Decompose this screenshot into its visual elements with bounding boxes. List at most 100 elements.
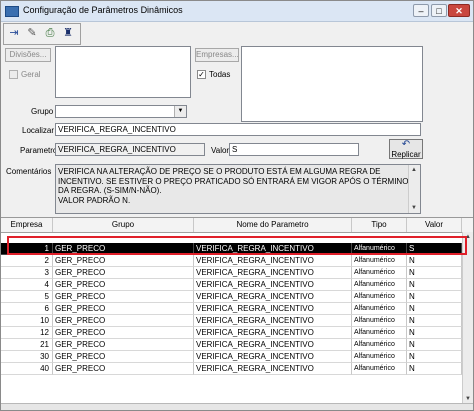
comentarios-memo[interactable]: VERIFICA NA ALTERAÇÃO DE PREÇO SE O PROD… [55, 164, 421, 214]
selected-row-highlight [7, 236, 467, 255]
cell-empresa: 12 [1, 327, 53, 339]
cell-empresa: 30 [1, 351, 53, 363]
table-row[interactable]: 2 GER_PRECO VERIFICA_REGRA_INCENTIVO Alfanu… [1, 255, 462, 267]
cell-tipo: Alfanumérico [352, 363, 407, 375]
cell-tipo: Alfanumérico [352, 267, 407, 279]
cell-tipo: Alfanumérico [352, 339, 407, 351]
table-row[interactable]: 30 GER_PRECO VERIFICA_REGRA_INCENTIVO Alfan… [1, 351, 462, 363]
cell-valor: N [407, 363, 462, 375]
comentarios-text: VERIFICA NA ALTERAÇÃO DE PREÇO SE O PROD… [58, 167, 409, 205]
col-nome-parametro[interactable]: Nome do Parametro [194, 218, 352, 232]
memo-scrollbar[interactable]: ▲ ▼ [408, 165, 420, 213]
table-row[interactable]: 10 GER_PRECO VERIFICA_REGRA_INCENTIVO Alfan… [1, 315, 462, 327]
cell-nome-parametro: VERIFICA_REGRA_INCENTIVO [194, 267, 352, 279]
geral-checkbox[interactable] [9, 70, 18, 79]
table-scrollbar[interactable]: ▲ ▼ [462, 232, 473, 404]
table-row[interactable]: 6 GER_PRECO VERIFICA_REGRA_INCENTIVO Alfanu… [1, 303, 462, 315]
col-tipo[interactable]: Tipo [352, 218, 407, 232]
cell-valor: N [407, 291, 462, 303]
cell-empresa: 10 [1, 315, 53, 327]
grupo-select[interactable]: ▼ [55, 105, 187, 118]
parametro-label: Parametro [20, 146, 58, 155]
scroll-up-icon[interactable]: ▲ [409, 165, 419, 175]
minimize-button[interactable]: – [413, 4, 429, 17]
title-bar: Configuração de Parâmetros Dinâmicos – □… [1, 1, 473, 22]
cell-grupo: GER_PRECO [53, 267, 194, 279]
cell-grupo: GER_PRECO [53, 279, 194, 291]
col-empresa[interactable]: Empresa [1, 218, 53, 232]
cell-grupo: GER_PRECO [53, 363, 194, 375]
cell-valor: N [407, 339, 462, 351]
scroll-down-icon[interactable]: ▼ [409, 203, 419, 213]
cell-valor: N [407, 279, 462, 291]
table-row[interactable]: 4 GER_PRECO VERIFICA_REGRA_INCENTIVO Alfanu… [1, 279, 462, 291]
table-row[interactable]: 12 GER_PRECO VERIFICA_REGRA_INCENTIVO Alfan… [1, 327, 462, 339]
cell-nome-parametro: VERIFICA_REGRA_INCENTIVO [194, 327, 352, 339]
table-row[interactable]: 3 GER_PRECO VERIFICA_REGRA_INCENTIVO Alfanu… [1, 267, 462, 279]
table-row[interactable]: 5 GER_PRECO VERIFICA_REGRA_INCENTIVO Alfanu… [1, 291, 462, 303]
valor-label: Valor [211, 146, 230, 155]
cell-valor: N [407, 327, 462, 339]
eraser-icon[interactable]: ✎ [24, 26, 40, 41]
empresas-button[interactable]: Empresas... [195, 48, 239, 62]
valor-input[interactable]: S [229, 143, 359, 156]
cell-grupo: GER_PRECO [53, 291, 194, 303]
cell-grupo: GER_PRECO [53, 303, 194, 315]
cell-nome-parametro: VERIFICA_REGRA_INCENTIVO [194, 351, 352, 363]
cell-nome-parametro: VERIFICA_REGRA_INCENTIVO [194, 303, 352, 315]
cell-grupo: GER_PRECO [53, 327, 194, 339]
cell-valor: N [407, 255, 462, 267]
cell-tipo: Alfanumérico [352, 291, 407, 303]
cell-tipo: Alfanumérico [352, 255, 407, 267]
cell-nome-parametro: VERIFICA_REGRA_INCENTIVO [194, 255, 352, 267]
cell-nome-parametro: VERIFICA_REGRA_INCENTIVO [194, 363, 352, 375]
cell-empresa: 2 [1, 255, 53, 267]
print-icon[interactable]: ⎙ [42, 26, 58, 41]
cell-grupo: GER_PRECO [53, 315, 194, 327]
cell-grupo: GER_PRECO [53, 255, 194, 267]
empresas-list[interactable] [241, 46, 423, 122]
table-header: Empresa Grupo Nome do Parametro Tipo Val… [1, 218, 473, 233]
chevron-down-icon[interactable]: ▼ [174, 106, 186, 117]
app-window: Configuração de Parâmetros Dinâmicos – □… [0, 0, 474, 411]
cell-empresa: 4 [1, 279, 53, 291]
toolbar: ⇥ ✎ ⎙ ♜ [3, 23, 81, 45]
cell-nome-parametro: VERIFICA_REGRA_INCENTIVO [194, 315, 352, 327]
col-grupo[interactable]: Grupo [53, 218, 194, 232]
cell-grupo: GER_PRECO [53, 351, 194, 363]
cell-tipo: Alfanumérico [352, 351, 407, 363]
divisoes-button[interactable]: Divisões... [5, 48, 51, 62]
col-valor[interactable]: Valor [407, 218, 462, 232]
todas-checkbox[interactable]: ✓ [197, 70, 206, 79]
cell-valor: N [407, 315, 462, 327]
cell-valor: N [407, 303, 462, 315]
localizar-input[interactable]: VERIFICA_REGRA_INCENTIVO [55, 123, 421, 136]
window-title: Configuração de Parâmetros Dinâmicos [23, 5, 183, 15]
todas-label: Todas [209, 70, 231, 79]
cell-empresa: 6 [1, 303, 53, 315]
undo-arrow-icon: ↶ [401, 139, 411, 150]
comentarios-label: Comentários [6, 167, 52, 176]
cell-grupo: GER_PRECO [53, 339, 194, 351]
app-icon [5, 6, 19, 17]
cell-tipo: Alfanumérico [352, 303, 407, 315]
divisoes-list[interactable] [55, 46, 191, 98]
close-button[interactable]: ✕ [448, 4, 470, 17]
parametro-field: VERIFICA_REGRA_INCENTIVO [55, 143, 205, 156]
table-row[interactable]: 40 GER_PRECO VERIFICA_REGRA_INCENTIVO Alfan… [1, 363, 462, 375]
cell-nome-parametro: VERIFICA_REGRA_INCENTIVO [194, 291, 352, 303]
cell-empresa: 21 [1, 339, 53, 351]
cell-nome-parametro: VERIFICA_REGRA_INCENTIVO [194, 339, 352, 351]
cell-tipo: Alfanumérico [352, 327, 407, 339]
exit-door-icon[interactable]: ⇥ [6, 26, 22, 41]
replicar-label: Replicar [391, 150, 421, 159]
cell-empresa: 5 [1, 291, 53, 303]
localizar-label: Localizar [22, 126, 55, 135]
cell-valor: N [407, 267, 462, 279]
replicar-button[interactable]: ↶ Replicar [389, 139, 423, 159]
table-row[interactable]: 21 GER_PRECO VERIFICA_REGRA_INCENTIVO Alfan… [1, 339, 462, 351]
binoculars-icon[interactable]: ♜ [60, 26, 76, 41]
maximize-button[interactable]: □ [431, 4, 447, 17]
grupo-label: Grupo [31, 107, 54, 116]
status-bar [1, 403, 473, 410]
